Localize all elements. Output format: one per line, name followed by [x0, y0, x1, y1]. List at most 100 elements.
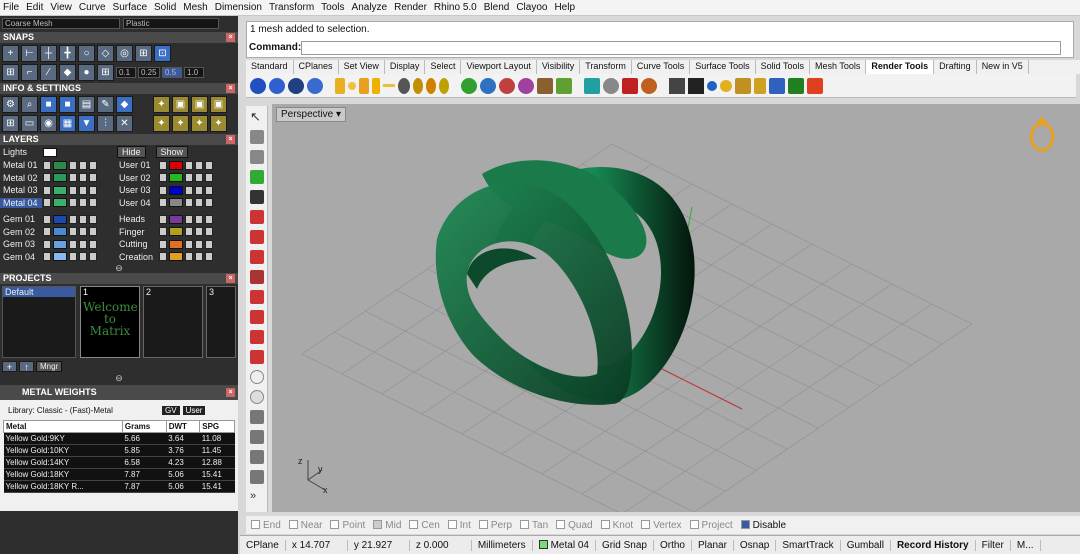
visibility-icon[interactable] [195, 198, 203, 208]
print-icon[interactable] [89, 252, 97, 262]
layer-expand-icon[interactable] [159, 173, 167, 183]
light-icon[interactable] [372, 77, 380, 94]
ring-model[interactable] [435, 160, 695, 405]
layer-name[interactable]: Gem 03 [0, 239, 42, 249]
osnap-item[interactable]: Int [447, 520, 471, 531]
status-toggle[interactable]: Grid Snap [596, 539, 654, 551]
lock-icon[interactable] [69, 227, 77, 237]
layer-color-swatch[interactable] [53, 185, 67, 195]
expand-icon[interactable]: ⊖ [0, 263, 238, 273]
layer-row-r[interactable]: Heads [116, 213, 232, 226]
osnap-item[interactable]: Cen [409, 520, 440, 531]
perspective-viewport[interactable]: y x z Perspective ▾ [272, 104, 1080, 512]
layer-expand-icon[interactable] [43, 173, 51, 183]
command-input[interactable] [301, 41, 1061, 55]
layer-name[interactable]: User 01 [116, 160, 158, 170]
osnap-item[interactable]: Project [689, 520, 733, 531]
snap-tool-icon[interactable]: ⊞ [97, 64, 114, 81]
osnap-item[interactable]: Near [288, 520, 322, 531]
print-icon[interactable] [89, 173, 97, 183]
checkbox-icon[interactable] [600, 520, 610, 530]
hide-button[interactable]: Hide [117, 146, 146, 158]
checkbox-icon[interactable] [478, 520, 488, 530]
snap-value-2[interactable]: 0.25 [138, 67, 160, 78]
environment-icon[interactable] [641, 77, 657, 94]
gv-toggle[interactable]: GV [162, 405, 180, 415]
layer-name[interactable]: Gem 01 [0, 214, 42, 224]
visibility-icon[interactable] [195, 239, 203, 249]
metal-column-header[interactable]: Metal [3, 420, 123, 433]
cube-icon[interactable]: ■ [40, 96, 57, 113]
tool-icon[interactable]: ✦ [191, 115, 208, 132]
texture-icon[interactable] [669, 77, 685, 94]
record-icon[interactable] [807, 77, 823, 94]
tool-icon[interactable]: ▦ [59, 115, 76, 132]
tool-icon[interactable] [250, 250, 264, 264]
snap-value-1[interactable]: 0.1 [116, 67, 136, 78]
lock-icon[interactable] [69, 239, 77, 249]
layer-row-r[interactable]: Finger [116, 226, 232, 239]
layer-expand-icon[interactable] [159, 227, 167, 237]
close-icon[interactable]: × [226, 135, 235, 144]
layer-row-l[interactable]: Metal 02 [0, 172, 116, 185]
tool-icon[interactable] [250, 450, 264, 464]
grid-snap-icon[interactable]: + [2, 45, 19, 62]
texture-icon[interactable] [707, 80, 717, 91]
menu-item[interactable]: Surface [113, 2, 147, 13]
car-icon[interactable] [250, 310, 264, 324]
layer-color-swatch[interactable] [169, 252, 183, 262]
table-row[interactable]: Yellow Gold:10KY 5.85 3.76 11.45 [3, 444, 235, 457]
menu-item[interactable]: Curve [79, 2, 106, 13]
osnap-item[interactable]: Vertex [641, 520, 682, 531]
menu-item[interactable]: Blend [484, 2, 510, 13]
layer-name[interactable]: Cutting [116, 239, 158, 249]
tool-icon[interactable]: ✦ [153, 115, 170, 132]
globe-icon[interactable]: ◉ [40, 115, 57, 132]
show-button[interactable]: Show [155, 146, 189, 158]
layer-name[interactable]: Finger [116, 227, 158, 237]
layer-name[interactable]: Creation [116, 252, 158, 262]
units-label[interactable]: Millimeters [472, 539, 533, 551]
toolbar-tab[interactable]: Visibility [537, 60, 581, 74]
print-icon[interactable] [89, 198, 97, 208]
checkbox-icon[interactable] [689, 520, 699, 530]
osnap-item[interactable]: Quad [556, 520, 593, 531]
checkbox-icon[interactable] [447, 520, 457, 530]
menu-item[interactable]: Help [554, 2, 575, 13]
layer-name[interactable]: Heads [116, 214, 158, 224]
snap-tool-icon[interactable]: ○ [78, 45, 95, 62]
sphere-icon[interactable] [250, 390, 264, 404]
visibility-icon[interactable] [195, 173, 203, 183]
folder-icon[interactable] [754, 77, 766, 94]
menu-item[interactable]: Transform [269, 2, 314, 13]
table-row[interactable]: Yellow Gold:14KY 6.58 4.23 12.88 [3, 456, 235, 469]
menu-item[interactable]: Tools [321, 2, 344, 13]
snap-value-4[interactable]: 1.0 [184, 67, 204, 78]
light-icon[interactable] [398, 77, 410, 94]
layer-expand-icon[interactable] [159, 214, 167, 224]
osnap-item[interactable]: End [251, 520, 281, 531]
toolbar-tab[interactable]: Mesh Tools [810, 60, 867, 74]
layer-expand-icon[interactable] [43, 214, 51, 224]
add-icon[interactable]: + [2, 361, 17, 372]
tool-icon[interactable] [250, 130, 264, 144]
layer-row-l[interactable]: Metal 04 [0, 197, 116, 210]
layer-expand-icon[interactable] [159, 198, 167, 208]
layer-color-swatch[interactable] [169, 173, 183, 183]
project-slot-1[interactable]: 1 Welcome to Matrix [80, 286, 140, 358]
checkbox-icon[interactable] [330, 520, 340, 530]
visibility-icon[interactable] [195, 252, 203, 262]
texture-icon[interactable] [735, 77, 751, 94]
snap-tool-icon[interactable]: ◎ [116, 45, 133, 62]
toolbar-tab[interactable]: New in V5 [977, 60, 1029, 74]
layer-color-swatch[interactable] [169, 227, 183, 237]
filter-icon[interactable]: ▼ [78, 115, 95, 132]
status-toggle[interactable]: Gumball [841, 539, 891, 551]
checkbox-icon[interactable] [556, 520, 566, 530]
toolbar-tab[interactable]: Viewport Layout [461, 60, 537, 74]
layer-color-swatch[interactable] [169, 160, 183, 170]
play-icon[interactable] [788, 77, 804, 94]
print-icon[interactable] [205, 214, 213, 224]
lock-icon[interactable] [185, 185, 193, 195]
edit-icon[interactable]: ✎ [97, 96, 114, 113]
